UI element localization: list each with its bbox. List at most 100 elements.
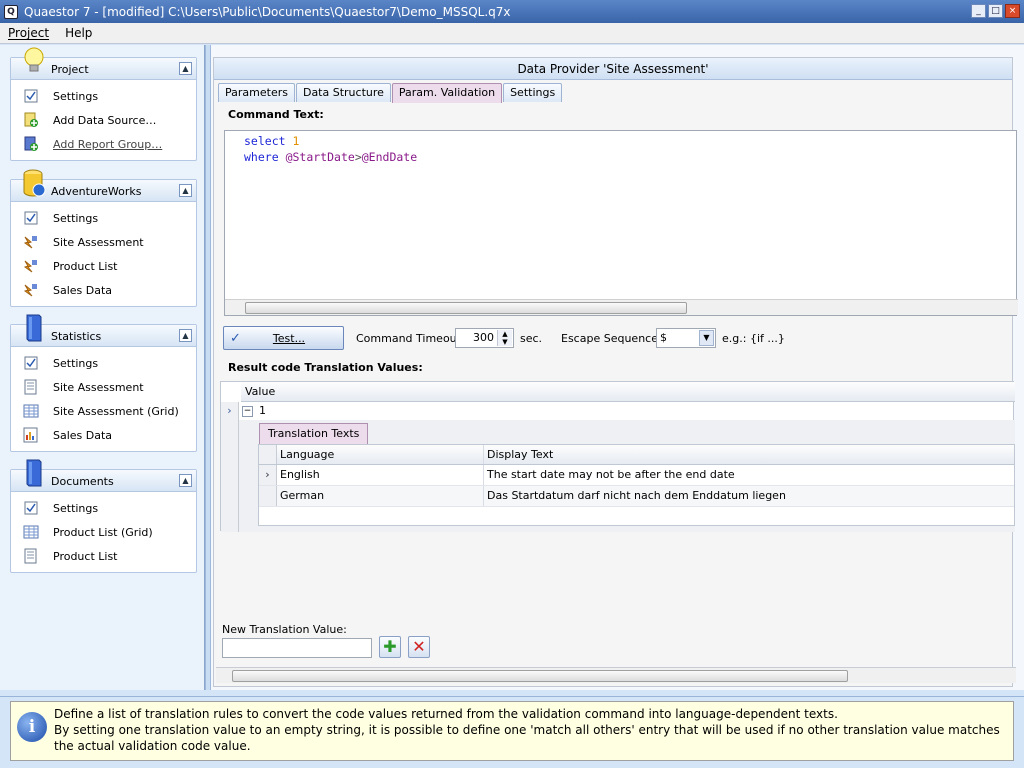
- sidebar-item-add-data-source[interactable]: Add Data Source…: [11, 108, 196, 132]
- add-button[interactable]: ✚: [379, 636, 401, 658]
- column-header-display-text[interactable]: Display Text: [484, 445, 1014, 464]
- code-text[interactable]: select 1 where @StartDate>@EndDate: [244, 133, 417, 165]
- collapse-icon[interactable]: ▲: [179, 184, 192, 197]
- panel-title: Data Provider 'Site Assessment': [214, 58, 1012, 80]
- collapse-icon[interactable]: ▲: [179, 474, 192, 487]
- new-value-input[interactable]: [222, 638, 372, 658]
- table-row[interactable]: › English The start date may not be afte…: [259, 465, 1014, 486]
- sidebar-item-label: Site Assessment: [53, 380, 144, 394]
- main-area: Data Provider 'Site Assessment' Paramete…: [211, 45, 1024, 690]
- window-title: Quaestor 7 - [modified] C:\Users\Public\…: [24, 4, 511, 19]
- cell-language[interactable]: German: [277, 486, 484, 506]
- sidebar-item-site-assessment-grid[interactable]: Site Assessment (Grid): [11, 399, 196, 423]
- sidebar-item-product-list[interactable]: Product List: [11, 254, 196, 278]
- maximize-button[interactable]: □: [988, 4, 1003, 18]
- chart-report-icon: [23, 427, 39, 443]
- close-button[interactable]: ×: [1005, 4, 1020, 18]
- group-title: Statistics: [51, 330, 102, 343]
- minimize-button[interactable]: _: [971, 4, 986, 18]
- sidebar-item-sales-data[interactable]: Sales Data: [11, 278, 196, 302]
- info-box: i Define a list of translation rules to …: [10, 701, 1014, 761]
- test-button[interactable]: ✓ Test...: [223, 326, 344, 350]
- menu-project[interactable]: Project: [0, 26, 57, 40]
- database-icon: [23, 169, 46, 197]
- tab-data-structure[interactable]: Data Structure: [295, 83, 391, 102]
- table-row[interactable]: − 1: [239, 402, 266, 420]
- menu-help[interactable]: Help: [57, 26, 100, 40]
- sidebar-item-product-list[interactable]: Product List: [11, 544, 196, 568]
- book-icon: [26, 459, 42, 487]
- report-icon: [23, 379, 39, 395]
- dataprovider-icon: [23, 258, 39, 274]
- translation-texts-grid: Language Display Text › English The star…: [258, 444, 1015, 526]
- row-indicator: ›: [221, 402, 239, 532]
- collapse-row-icon[interactable]: −: [242, 405, 253, 417]
- column-header-language[interactable]: Language: [277, 445, 484, 464]
- timeout-value: 300: [473, 331, 494, 344]
- spin-arrows-icon[interactable]: ▲ ▼: [497, 330, 512, 346]
- row-indicator-cell: [259, 486, 277, 506]
- group-documents: Documents ▲ Settings Product List (Grid)…: [10, 459, 197, 573]
- table-row[interactable]: German Das Startdatum darf nicht nach de…: [259, 486, 1014, 507]
- collapse-icon[interactable]: ▲: [179, 329, 192, 342]
- row-value: 1: [259, 404, 266, 417]
- command-editor[interactable]: select 1 where @StartDate>@EndDate: [224, 130, 1018, 316]
- sidebar-item-label: Settings: [53, 211, 99, 225]
- command-text-label: Command Text:: [228, 108, 324, 121]
- cell-display-text[interactable]: The start date may not be after the end …: [484, 465, 1014, 485]
- sidebar-item-settings[interactable]: Settings: [11, 496, 196, 520]
- sidebar-item-site-assessment[interactable]: Site Assessment: [11, 230, 196, 254]
- sidebar-item-label: Sales Data: [53, 428, 113, 442]
- sidebar-item-settings[interactable]: Settings: [11, 351, 196, 375]
- result-label: Result code Translation Values:: [228, 361, 423, 374]
- escape-select[interactable]: $ ▼: [656, 328, 716, 348]
- scroll-thumb[interactable]: [232, 670, 848, 682]
- chevron-down-icon[interactable]: ▼: [699, 330, 714, 346]
- sidebar-item-sales-data[interactable]: Sales Data: [11, 423, 196, 447]
- delete-button[interactable]: ✕: [408, 636, 430, 658]
- info-line: Define a list of translation rules to co…: [54, 707, 838, 721]
- title-bar: Q Quaestor 7 - [modified] C:\Users\Publi…: [0, 0, 1024, 23]
- info-text: Define a list of translation rules to co…: [54, 706, 1009, 754]
- code-number: 1: [292, 134, 300, 148]
- tab-param-validation[interactable]: Param. Validation: [391, 83, 503, 103]
- sidebar-item-label: Settings: [53, 501, 99, 515]
- grid-report-icon: [23, 403, 39, 419]
- code-keyword: where: [244, 150, 279, 164]
- app-icon: Q: [4, 4, 18, 19]
- timeout-stepper[interactable]: 300 ▲ ▼: [455, 328, 514, 348]
- group-header[interactable]: Documents ▲: [11, 459, 196, 492]
- row-pointer-icon: ›: [227, 404, 232, 417]
- group-header[interactable]: Project ▲: [11, 47, 196, 80]
- tab-settings[interactable]: Settings: [503, 83, 563, 102]
- column-header[interactable]: Value: [241, 382, 1015, 402]
- group-header[interactable]: Statistics ▲: [11, 314, 196, 347]
- tab-strip: Parameters Data Structure Param. Validat…: [218, 83, 563, 103]
- group-header[interactable]: AdventureWorks ▲: [11, 169, 196, 202]
- code-operator: >: [354, 150, 362, 164]
- escape-label: Escape Sequence:: [561, 332, 662, 345]
- sidebar: Project ▲ Settings Add Data Source… Add …: [0, 45, 205, 690]
- scroll-thumb[interactable]: [245, 302, 687, 314]
- sidebar-item-label: Site Assessment: [53, 235, 144, 249]
- sidebar-item-add-report-group[interactable]: Add Report Group…: [11, 132, 196, 156]
- settings-icon: [23, 88, 39, 104]
- cell-language[interactable]: English: [277, 465, 484, 485]
- settings-icon: [23, 210, 39, 226]
- delete-icon: ✕: [412, 637, 426, 656]
- plus-icon: ✚: [383, 637, 397, 656]
- main-hscrollbar[interactable]: [216, 667, 1016, 683]
- sidebar-item-settings[interactable]: Settings: [11, 206, 196, 230]
- sidebar-item-site-assessment[interactable]: Site Assessment: [11, 375, 196, 399]
- editor-hscrollbar[interactable]: [225, 299, 1018, 315]
- cell-display-text[interactable]: Das Startdatum darf nicht nach dem Endda…: [484, 486, 1014, 506]
- sidebar-item-settings[interactable]: Settings: [11, 84, 196, 108]
- tab-parameters[interactable]: Parameters: [218, 83, 295, 102]
- dataprovider-icon: [23, 282, 39, 298]
- escape-example: e.g.: {if ...}: [722, 332, 785, 345]
- collapse-icon[interactable]: ▲: [179, 62, 192, 75]
- tab-translation-texts[interactable]: Translation Texts: [259, 423, 369, 444]
- bulb-icon: [24, 47, 44, 72]
- sidebar-item-label: Add Report Group…: [53, 137, 163, 151]
- sidebar-item-product-list-grid[interactable]: Product List (Grid): [11, 520, 196, 544]
